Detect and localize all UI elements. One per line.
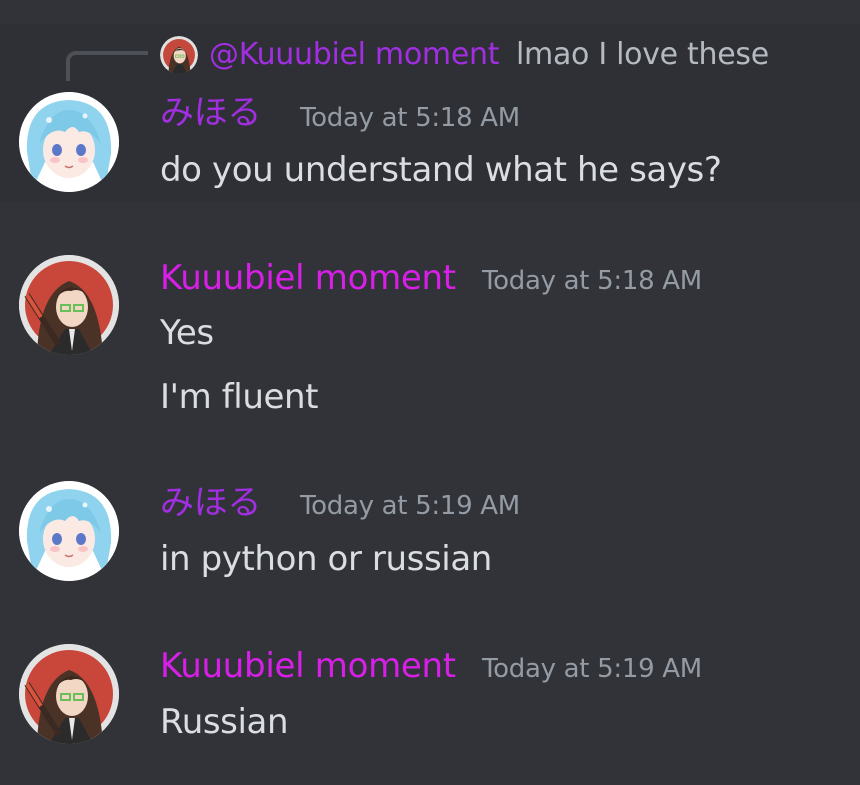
message-group-reply: @Kuuubiel moment lmao I love these みほる T… bbox=[0, 24, 860, 202]
message-timestamp[interactable]: Today at 5:19 AM bbox=[300, 491, 520, 521]
kuuubiel-avatar-icon[interactable] bbox=[19, 644, 119, 744]
reply-connector-line bbox=[66, 51, 148, 81]
mihoru-avatar-icon[interactable] bbox=[19, 92, 119, 192]
message-text: do you understand what he says? bbox=[160, 150, 722, 190]
chat-message-list: @Kuuubiel moment lmao I love these みほる T… bbox=[0, 0, 860, 785]
author-name[interactable]: みほる bbox=[160, 483, 261, 523]
message-text: in python or russian bbox=[160, 539, 492, 579]
reply-preview-text[interactable]: lmao I love these bbox=[516, 36, 769, 74]
reply-mention[interactable]: @Kuuubiel moment bbox=[209, 36, 499, 74]
message-text: Russian bbox=[160, 702, 289, 742]
message-group: みほる Today at 5:19 AM in python or russia… bbox=[0, 475, 860, 595]
author-name[interactable]: Kuuubiel moment bbox=[160, 258, 456, 298]
author-name[interactable]: みほる bbox=[160, 93, 261, 133]
message-timestamp[interactable]: Today at 5:19 AM bbox=[482, 654, 702, 684]
message-group: Kuuubiel moment Today at 5:19 AM Russian bbox=[0, 638, 860, 758]
message-timestamp[interactable]: Today at 5:18 AM bbox=[482, 266, 702, 296]
reply-avatar-icon[interactable] bbox=[160, 36, 198, 74]
kuuubiel-avatar-icon[interactable] bbox=[19, 255, 119, 355]
message-text: I'm fluent bbox=[160, 377, 319, 417]
message-group: Kuuubiel moment Today at 5:18 AM Yes I'm… bbox=[0, 250, 860, 430]
message-text: Yes bbox=[160, 313, 214, 353]
mihoru-avatar-icon[interactable] bbox=[19, 481, 119, 581]
message-timestamp[interactable]: Today at 5:18 AM bbox=[300, 103, 520, 133]
author-name[interactable]: Kuuubiel moment bbox=[160, 646, 456, 686]
